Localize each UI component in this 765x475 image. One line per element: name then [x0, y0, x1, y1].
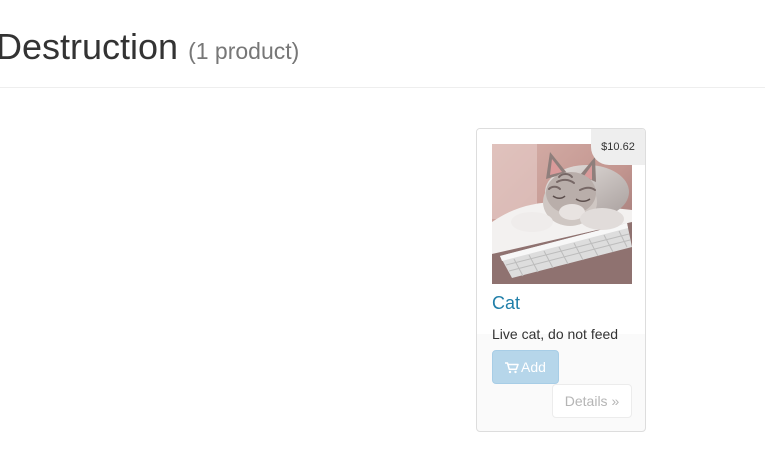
page-header: Destruction (1 product) — [0, 0, 765, 88]
price-badge: $10.62 — [591, 129, 645, 165]
page-title: Destruction (1 product) — [0, 26, 299, 72]
product-image[interactable] — [492, 144, 632, 284]
product-card: $10.62 Cat Live cat, do not feed Add Det… — [476, 128, 646, 432]
product-name-link[interactable]: Cat — [492, 291, 520, 315]
add-to-cart-button[interactable]: Add — [492, 350, 559, 384]
product-count: (1 product) — [188, 38, 300, 64]
product-description: Live cat, do not feed — [492, 326, 619, 342]
shopping-cart-icon — [505, 362, 519, 374]
category-name: Destruction — [0, 26, 179, 67]
add-button-label: Add — [521, 359, 546, 375]
details-button[interactable]: Details » — [552, 384, 632, 418]
category-page: Destruction (1 product) $10.62 Cat Live … — [0, 0, 765, 475]
